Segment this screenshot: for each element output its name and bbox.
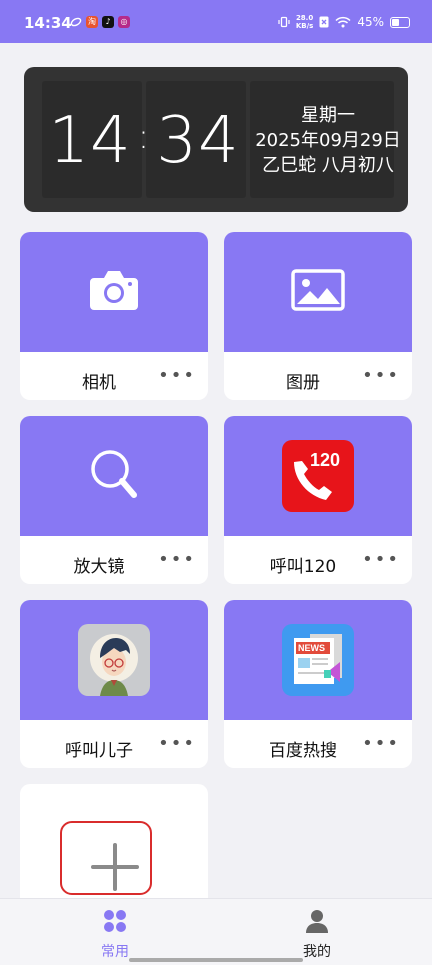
emergency-call-icon: 120 bbox=[282, 440, 354, 512]
gallery-icon bbox=[291, 269, 345, 315]
clock-date-info: 星期一 2025年09月29日 乙巳蛇 八月初八 bbox=[246, 103, 408, 178]
more-options-button[interactable]: ••• bbox=[362, 549, 400, 570]
status-app-icons: 淘 ♪ ◎ bbox=[70, 16, 130, 28]
tile-gallery[interactable]: 图册 ••• bbox=[224, 232, 412, 400]
tile-label: 相机 bbox=[82, 373, 116, 393]
more-options-button[interactable]: ••• bbox=[362, 365, 400, 386]
clock-widget[interactable]: 14 : 34 星期一 2025年09月29日 乙巳蛇 八月初八 bbox=[24, 67, 408, 212]
tile-call-120[interactable]: 120 呼叫120 ••• bbox=[224, 416, 412, 584]
notification-app-icon: ◎ bbox=[118, 16, 130, 28]
tile-label: 放大镜 bbox=[73, 557, 125, 577]
network-speed: 28.0 KB/s bbox=[295, 14, 314, 30]
news-icon: NEWS bbox=[282, 624, 354, 696]
status-bar: 14:34 淘 ♪ ◎ 28.0 KB/s 45% bbox=[0, 0, 432, 43]
more-options-button[interactable]: ••• bbox=[362, 733, 400, 754]
tile-label: 图册 bbox=[286, 373, 320, 393]
son-avatar-icon bbox=[78, 624, 150, 696]
grid-icon bbox=[104, 910, 126, 932]
tile-magnifier[interactable]: 放大镜 ••• bbox=[20, 416, 208, 584]
person-icon bbox=[306, 910, 328, 933]
nav-item-common[interactable]: 常用 bbox=[75, 909, 155, 961]
nav-item-mine[interactable]: 我的 bbox=[277, 909, 357, 961]
wifi-icon bbox=[335, 16, 351, 28]
more-options-button[interactable]: ••• bbox=[158, 549, 196, 570]
home-indicator[interactable] bbox=[129, 958, 303, 962]
clock-weekday: 星期一 bbox=[301, 105, 355, 126]
tile-label: 百度热搜 bbox=[269, 741, 337, 761]
sim-icon bbox=[319, 16, 329, 28]
sync-icon bbox=[70, 16, 82, 28]
battery-icon bbox=[390, 16, 410, 28]
tile-baidu-hot-search[interactable]: NEWS 百度热搜 ••• bbox=[224, 600, 412, 768]
tile-camera[interactable]: 相机 ••• bbox=[20, 232, 208, 400]
clock-hours: 14 bbox=[48, 104, 132, 178]
tiktok-icon: ♪ bbox=[102, 16, 114, 28]
vibrate-icon bbox=[278, 16, 290, 28]
camera-icon bbox=[88, 268, 140, 316]
clock-time: 14 : 34 bbox=[46, 101, 242, 181]
magnifier-icon bbox=[89, 448, 139, 504]
news-label: NEWS bbox=[298, 643, 325, 653]
app-badge-icon: 淘 bbox=[86, 16, 98, 28]
tile-call-son[interactable]: 呼叫儿子 ••• bbox=[20, 600, 208, 768]
add-shortcut-tile[interactable] bbox=[20, 784, 208, 914]
clock-date: 2025年09月29日 bbox=[255, 130, 401, 151]
status-time: 14:34 bbox=[24, 14, 72, 32]
more-options-button[interactable]: ••• bbox=[158, 733, 196, 754]
battery-percent: 45% bbox=[357, 15, 384, 29]
clock-lunar-date: 乙巳蛇 八月初八 bbox=[262, 155, 394, 176]
add-highlight-box bbox=[60, 821, 152, 895]
clock-minutes: 34 bbox=[156, 104, 240, 178]
emergency-number: 120 bbox=[310, 450, 341, 470]
clock-colon: : bbox=[137, 117, 151, 157]
bottom-navigation: 常用 我的 bbox=[0, 898, 432, 965]
status-indicators: 28.0 KB/s 45% bbox=[278, 14, 410, 30]
tile-label: 呼叫120 bbox=[269, 557, 337, 577]
more-options-button[interactable]: ••• bbox=[158, 365, 196, 386]
tile-label: 呼叫儿子 bbox=[65, 741, 133, 761]
